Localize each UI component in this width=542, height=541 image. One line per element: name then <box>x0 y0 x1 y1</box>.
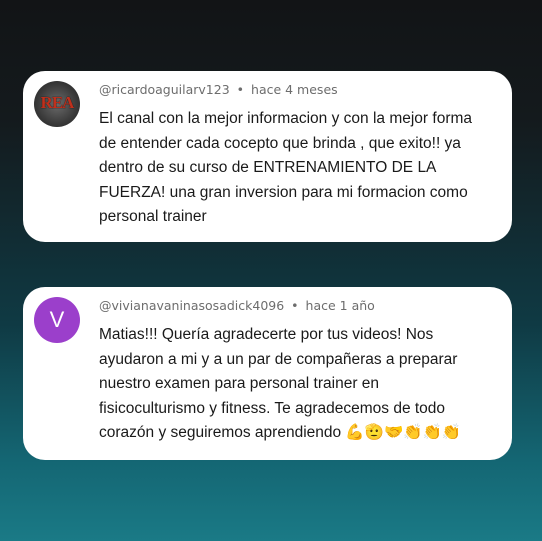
comment-line: El canal con la mejor informacion y con … <box>99 110 473 127</box>
comment-line: FUERZA! una gran inversion para mi forma… <box>99 183 468 201</box>
comment-meta: @vivianavaninasosadick4096 • hace 1 año <box>99 298 375 313</box>
avatar-logo: REA <box>40 93 75 112</box>
comment-meta: @ricardoaguilarv123 • hace 4 meses <box>99 82 338 97</box>
comment-line: corazón y seguiremos aprendiendo 💪🫡🤝👏👏👏 <box>99 424 462 442</box>
comment-line: fisicoculturismo y fitness. Te agradecem… <box>99 399 446 417</box>
comment-line: nuestro examen para personal trainer en <box>99 375 380 393</box>
comment-card: REA @ricardoaguilarv123 • hace 4 meses E… <box>23 71 512 242</box>
comment-time[interactable]: hace 1 año <box>306 298 375 313</box>
meta-separator: • <box>236 82 245 97</box>
comment-text: El canal con la mejor informacion y con … <box>99 107 504 230</box>
comment-line: de entender cada cocepto que brinda , qu… <box>99 134 461 152</box>
meta-separator: • <box>291 298 299 313</box>
comment-line: Matias!!! Quería agradecerte por tus vid… <box>99 326 434 343</box>
comment-text: Matias!!! Quería agradecerte por tus vid… <box>99 323 504 446</box>
comment-line: personal trainer <box>99 208 207 226</box>
comment-time[interactable]: hace 4 meses <box>251 82 338 97</box>
avatar[interactable]: REA <box>34 81 80 127</box>
comment-card: V @vivianavaninasosadick4096 • hace 1 añ… <box>23 287 512 460</box>
comment-author[interactable]: @ricardoaguilarv123 <box>99 82 230 97</box>
comment-line: dentro de su curso de ENTRENAMIENTO DE L… <box>99 159 437 177</box>
comment-line: ayudaron a mi y a un par de compañeras a… <box>99 350 458 368</box>
avatar-letter: V <box>49 307 65 332</box>
comment-author[interactable]: @vivianavaninasosadick4096 <box>99 298 284 313</box>
avatar[interactable]: V <box>34 297 80 343</box>
